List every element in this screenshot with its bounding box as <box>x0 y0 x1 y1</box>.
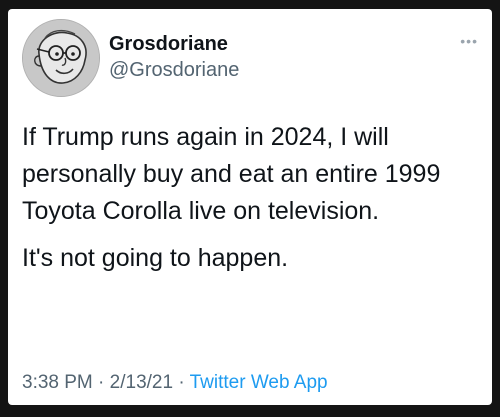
separator: · <box>98 372 105 393</box>
tweet-text: If Trump runs again in 2024, I will pers… <box>22 119 482 287</box>
tweet-date[interactable]: 2/13/21 <box>110 372 173 393</box>
screenshot-frame: Grosdoriane @Grosdoriane ••• If Trump ru… <box>0 0 500 417</box>
display-name[interactable]: Grosdoriane <box>109 33 228 56</box>
tweet-paragraph: It's not going to happen. <box>22 244 289 272</box>
separator: · <box>178 372 185 393</box>
tweet-paragraph: If Trump runs again in 2024, I will pers… <box>22 123 441 225</box>
tweet-card: Grosdoriane @Grosdoriane ••• If Trump ru… <box>8 9 492 405</box>
ellipsis-icon: ••• <box>460 33 478 49</box>
tweet-time[interactable]: 3:38 PM <box>22 372 93 393</box>
avatar[interactable] <box>22 19 100 97</box>
tweet-source-link[interactable]: Twitter Web App <box>190 372 328 393</box>
more-options-button[interactable]: ••• <box>460 33 478 49</box>
username-handle[interactable]: @Grosdoriane <box>109 59 239 82</box>
tweet-metadata: 3:38 PM · 2/13/21 · Twitter Web App <box>22 372 328 394</box>
avatar-caricature-icon <box>23 20 99 96</box>
